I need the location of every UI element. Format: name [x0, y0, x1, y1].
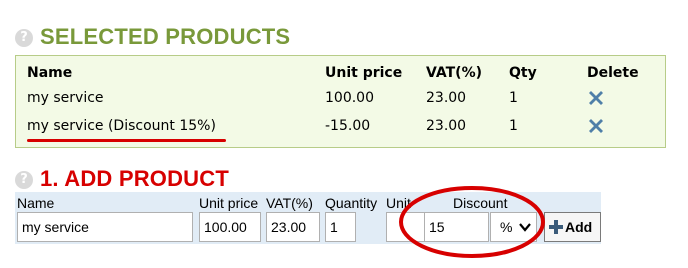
- row-qty: 1: [509, 90, 518, 106]
- row-unit-price: -15.00: [325, 118, 371, 134]
- discount-type-value: %: [500, 219, 513, 235]
- unit-price-input[interactable]: [199, 212, 261, 242]
- discount-label: Discount: [453, 195, 508, 211]
- selected-products-table: Name Unit price VAT(%) Qty Delete my ser…: [15, 55, 666, 148]
- column-header-vat: VAT(%): [426, 65, 483, 81]
- help-icon[interactable]: ?: [15, 171, 33, 189]
- row-name: my service (Discount 15%): [27, 118, 216, 134]
- delete-x-icon[interactable]: [586, 88, 606, 108]
- add-product-form: Name Unit price VAT(%) Quantity Unit Dis…: [15, 192, 601, 244]
- add-product-title: 1. ADD PRODUCT: [40, 166, 229, 191]
- delete-x-icon[interactable]: [586, 116, 606, 136]
- table-header: Name Unit price VAT(%) Qty Delete: [16, 65, 665, 87]
- unit-input[interactable]: [386, 212, 428, 242]
- column-header-name: Name: [27, 65, 73, 81]
- table-row: my service 100.00 23.00 1: [16, 90, 665, 112]
- vat-input[interactable]: [266, 212, 320, 242]
- table-row: my service (Discount 15%) -15.00 23.00 1: [16, 118, 665, 140]
- plus-icon: [549, 220, 563, 234]
- row-vat: 23.00: [426, 90, 467, 106]
- column-header-qty: Qty: [509, 65, 537, 81]
- quantity-label: Quantity: [325, 195, 378, 211]
- unit-label: Unit: [386, 195, 411, 211]
- add-product-button[interactable]: Add: [544, 212, 601, 242]
- row-qty: 1: [509, 118, 518, 134]
- selected-products-title: SELECTED PRODUCTS: [40, 24, 291, 49]
- quantity-input[interactable]: [325, 212, 356, 242]
- discount-input[interactable]: [424, 212, 489, 242]
- name-label: Name: [17, 195, 55, 211]
- name-input[interactable]: [17, 212, 193, 242]
- vat-label: VAT(%): [266, 195, 313, 211]
- chevron-down-icon: [519, 223, 531, 232]
- discount-type-select[interactable]: %: [490, 212, 537, 242]
- row-name: my service: [27, 90, 104, 106]
- column-header-unit-price: Unit price: [325, 65, 403, 81]
- add-button-label: Add: [565, 219, 593, 235]
- row-unit-price: 100.00: [325, 90, 374, 106]
- row-vat: 23.00: [426, 118, 467, 134]
- help-icon[interactable]: ?: [15, 29, 33, 47]
- highlight-underline: [27, 139, 226, 142]
- column-header-delete: Delete: [587, 65, 639, 81]
- unit-price-label: Unit price: [199, 195, 259, 211]
